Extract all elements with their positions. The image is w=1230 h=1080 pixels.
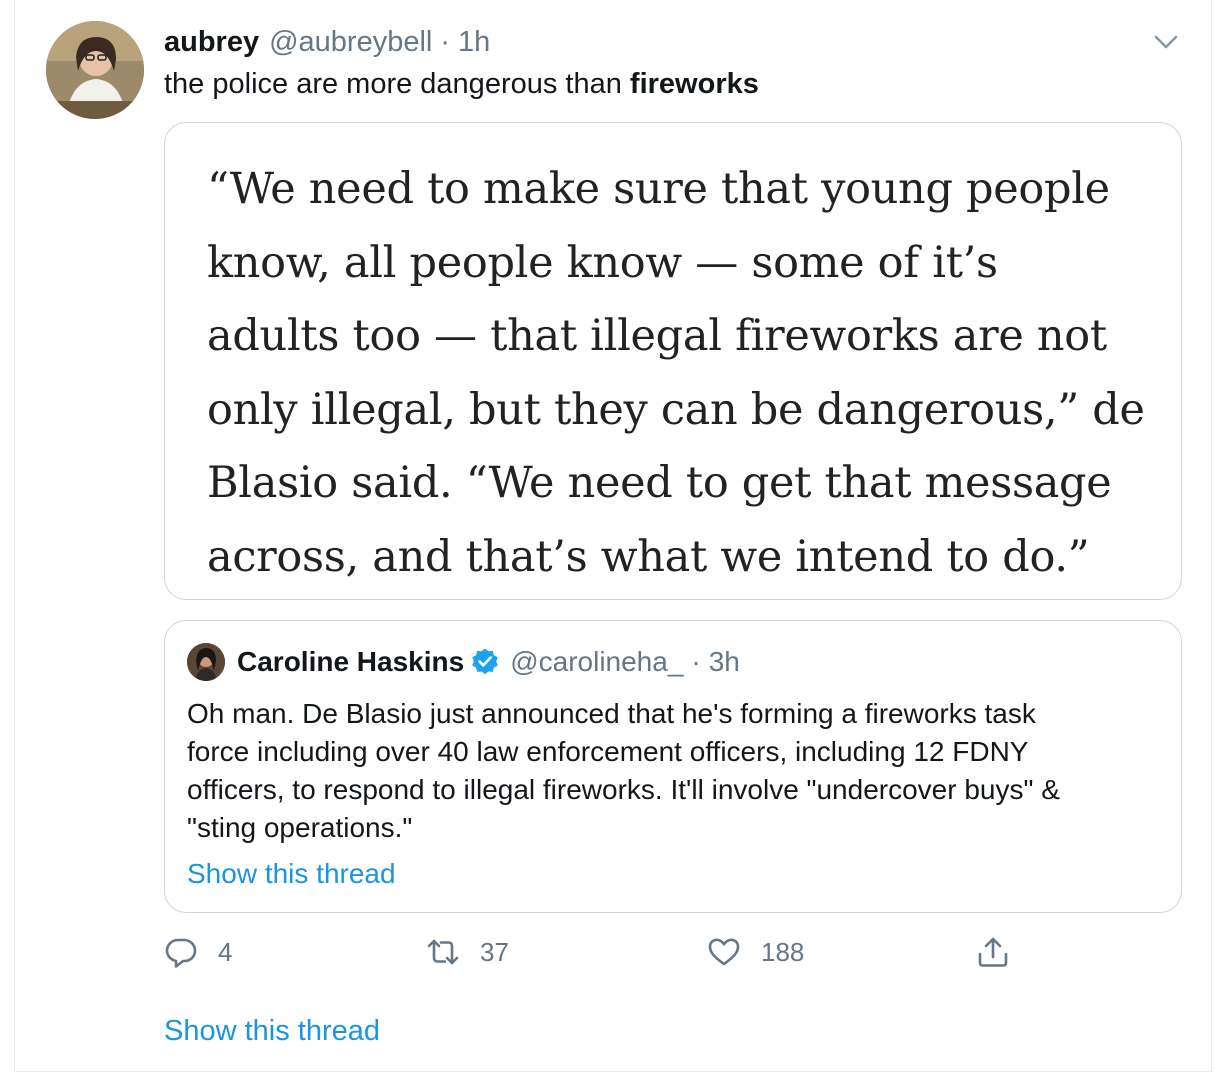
quoted-display-name[interactable]: Caroline Haskins (237, 646, 464, 678)
media-quote-line: know, all people know — some of it’s (207, 237, 998, 288)
retweet-button[interactable]: 37 (426, 930, 509, 974)
tweet-media-image[interactable]: “We need to make sure that young people … (164, 122, 1182, 600)
quoted-timestamp[interactable]: 3h (709, 646, 740, 678)
quoted-text-line: officers, to respond to illegal firework… (187, 774, 1060, 805)
quoted-separator-dot: · (691, 646, 701, 677)
avatar[interactable] (46, 21, 144, 119)
chevron-down-icon[interactable] (1152, 30, 1180, 54)
tweet-header: aubrey @aubreybell · 1h (164, 24, 490, 60)
quoted-avatar[interactable] (187, 643, 225, 681)
user-handle[interactable]: @aubreybell (269, 26, 432, 59)
media-quote-line: Blasio said. “We need to get that messag… (207, 458, 1112, 508)
quoted-user-handle[interactable]: @carolineha_ (510, 646, 683, 678)
show-thread-link[interactable]: Show this thread (164, 1012, 380, 1050)
tweet-text-highlight: fireworks (629, 68, 759, 100)
like-button[interactable]: 188 (707, 930, 804, 974)
like-icon (707, 935, 741, 969)
reply-button[interactable]: 4 (164, 930, 232, 974)
quoted-text-line: "sting operations." (187, 812, 413, 843)
separator-dot: · (440, 25, 451, 58)
display-name[interactable]: aubrey (164, 26, 259, 59)
quoted-tweet[interactable]: Caroline Haskins @carolineha_ · 3h Oh ma… (164, 620, 1182, 913)
tweet-text-body: the police are more dangerous than (164, 68, 630, 100)
quoted-text-line: force including over 40 law enforcement … (187, 736, 1029, 767)
tweet-text: the police are more dangerous than firew… (164, 66, 759, 102)
media-quote-text: “We need to make sure that young people … (207, 153, 1167, 594)
media-quote-line: across, and that’s what we intend to do.… (207, 531, 1090, 582)
quoted-text-line: Oh man. De Blasio just announced that he… (187, 698, 1036, 729)
reply-icon (164, 935, 198, 969)
share-icon (976, 935, 1010, 969)
tweet-actions: 4 37 188 (164, 930, 1064, 974)
media-quote-line: adults too — that illegal fireworks are … (207, 311, 1107, 361)
share-button[interactable] (976, 930, 1010, 974)
like-count: 188 (761, 936, 805, 967)
media-quote-line: only illegal, but they can be dangerous,… (207, 384, 1145, 435)
quoted-tweet-text: Oh man. De Blasio just announced that he… (187, 695, 1167, 847)
avatar-image (46, 21, 144, 119)
retweet-icon (426, 935, 460, 969)
quoted-show-thread-link[interactable]: Show this thread (187, 855, 396, 893)
reply-count: 4 (218, 936, 233, 967)
retweet-count: 37 (480, 936, 509, 967)
media-quote-line: “We need to make sure that young people (207, 164, 1110, 214)
tweet-timestamp[interactable]: 1h (458, 26, 490, 59)
quoted-avatar-image (187, 643, 225, 681)
verified-badge-icon (470, 647, 500, 677)
quoted-tweet-header: Caroline Haskins @carolineha_ · 3h (237, 643, 740, 681)
